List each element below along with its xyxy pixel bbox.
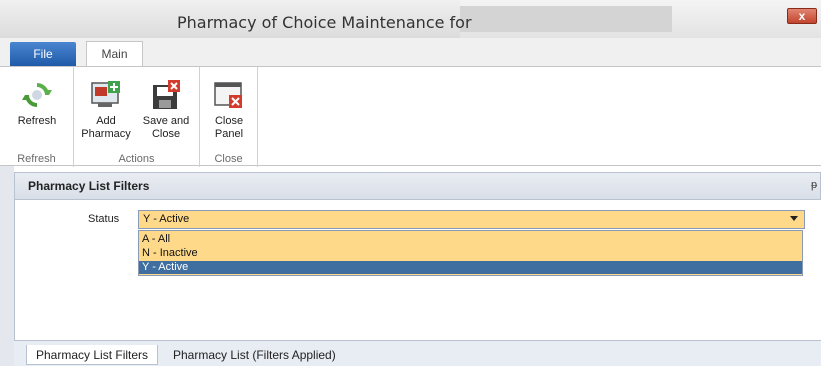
ribbon-group-close: Close Panel Close [200,67,258,167]
status-option-active[interactable]: Y - Active [139,261,802,274]
refresh-button-label: Refresh [17,115,57,127]
status-option-all[interactable]: A - All [139,233,802,246]
tab-main[interactable]: Main [86,41,143,67]
close-panel-icon [214,82,242,108]
panel-title: Pharmacy List Filters [28,179,150,193]
ribbon-group-actions: Add Pharmacy Save and Close Actions [74,67,200,167]
ribbon-group-label-actions: Actions [118,153,155,165]
tab-pharmacy-list-filters-applied[interactable]: Pharmacy List (Filters Applied) [164,345,345,365]
close-panel-button[interactable]: Close Panel [202,71,256,143]
pin-icon[interactable]: ᵽ [811,179,817,191]
panel-header: Pharmacy List Filters ᵽ [14,172,821,200]
status-option-inactive[interactable]: N - Inactive [139,247,802,260]
tab-file[interactable]: File [10,42,76,66]
ribbon-group-label-refresh: Refresh [17,153,56,165]
ribbon-tab-row: File Main [0,38,821,67]
status-label: Status [88,213,120,225]
save-close-icon [153,80,180,109]
left-edge-strip [0,166,14,366]
bottom-tab-bar: Pharmacy List Filters Pharmacy List (Fil… [14,340,821,366]
save-and-close-button[interactable]: Save and Close [136,71,196,143]
tab-pharmacy-list-filters[interactable]: Pharmacy List Filters [26,345,159,365]
refresh-button[interactable]: Refresh [2,71,72,143]
refresh-icon [22,83,52,107]
status-select-value: Y - Active [143,213,190,225]
ribbon: Refresh Refresh Add Pharmacy Save and Cl… [0,66,821,167]
status-select[interactable]: Y - Active [138,210,805,229]
add-pharmacy-button-label: Add Pharmacy [81,115,131,140]
ribbon-group-refresh: Refresh Refresh [0,67,74,167]
add-pharmacy-button[interactable]: Add Pharmacy [78,71,134,143]
title-bar-redacted-area [460,6,672,32]
chevron-down-icon[interactable] [790,216,798,221]
add-pharmacy-icon [91,81,120,107]
window-close-button[interactable]: x [787,8,817,24]
window-title: Pharmacy of Choice Maintenance for [177,13,472,32]
save-and-close-button-label: Save and Close [142,115,190,140]
title-bar: Pharmacy of Choice Maintenance for x [0,0,821,38]
ribbon-group-label-close: Close [214,153,243,165]
close-panel-button-label: Close Panel [214,115,244,140]
status-dropdown-list: A - All N - Inactive Y - Active [138,230,803,276]
